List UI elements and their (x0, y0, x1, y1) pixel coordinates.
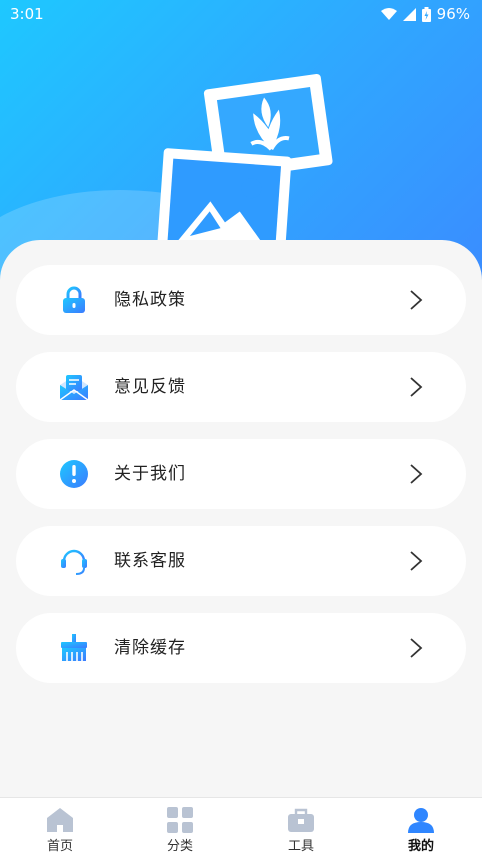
menu-item-clear-cache[interactable]: 清除缓存 (16, 613, 466, 683)
tab-tools[interactable]: 工具 (241, 798, 361, 857)
signal-icon (402, 7, 416, 21)
photo-frames-illustration (156, 73, 333, 262)
settings-panel: 隐私政策 意见反馈 关于我们 联系客服 清除缓存 (0, 240, 482, 800)
menu-item-feedback[interactable]: 意见反馈 (16, 352, 466, 422)
chevron-right-icon (410, 290, 423, 310)
chevron-right-icon (410, 464, 423, 484)
envelope-icon (59, 375, 89, 401)
menu-item-privacy-policy[interactable]: 隐私政策 (16, 265, 466, 335)
status-bar: 3:01 96% (0, 0, 482, 28)
chevron-right-icon (410, 638, 423, 658)
wifi-icon (380, 7, 397, 20)
tab-label: 分类 (166, 839, 193, 854)
battery-percent: 96% (436, 5, 470, 23)
lock-icon (63, 286, 85, 313)
tab-label: 首页 (46, 839, 73, 854)
menu-item-label: 隐私政策 (114, 290, 186, 310)
tab-category[interactable]: 分类 (120, 798, 240, 857)
menu-item-label: 意见反馈 (114, 377, 186, 397)
menu-item-customer-service[interactable]: 联系客服 (16, 526, 466, 596)
status-time: 3:01 (10, 5, 44, 23)
grid-icon (167, 807, 193, 833)
user-icon (408, 808, 434, 833)
menu-item-label: 清除缓存 (114, 638, 186, 658)
battery-icon (421, 6, 431, 22)
menu-item-label: 联系客服 (114, 551, 186, 571)
headset-icon (61, 549, 87, 575)
tab-label: 工具 (287, 839, 314, 854)
tab-home[interactable]: 首页 (0, 798, 120, 857)
toolbox-icon (288, 808, 314, 832)
menu-item-about-us[interactable]: 关于我们 (16, 439, 466, 509)
menu-item-label: 关于我们 (114, 464, 186, 484)
chevron-right-icon (410, 377, 423, 397)
home-icon (47, 808, 73, 832)
chevron-right-icon (410, 551, 423, 571)
tab-mine[interactable]: 我的 (361, 798, 481, 857)
info-icon (60, 460, 88, 488)
bottom-tab-bar: 首页 分类 工具 我的 (0, 797, 482, 857)
tab-label: 我的 (407, 839, 434, 854)
broom-icon (61, 634, 87, 661)
